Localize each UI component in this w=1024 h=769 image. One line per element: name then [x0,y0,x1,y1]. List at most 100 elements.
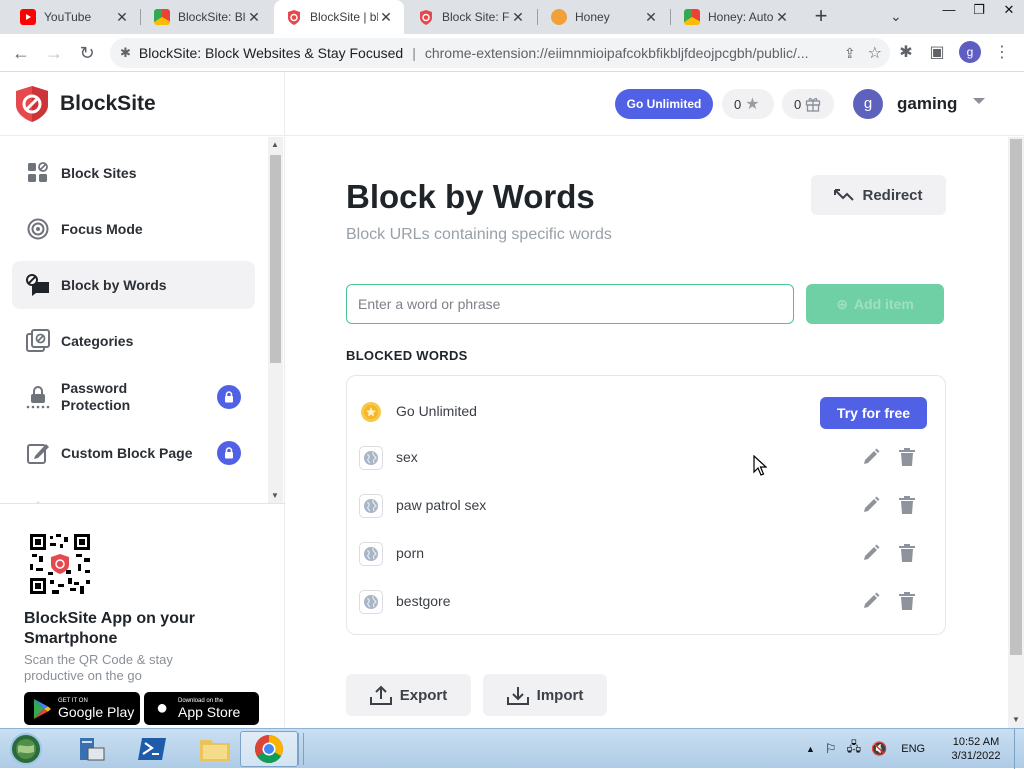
lock-icon [217,385,241,409]
blocksite-logo-icon [16,85,48,122]
address-bar[interactable]: ✱ BlockSite: Block Websites & Stay Focus… [110,38,890,68]
back-button[interactable]: ← [9,42,33,64]
scroll-up-arrow-icon[interactable]: ▲ [271,140,279,149]
minimize-button[interactable]: — [934,0,964,20]
page-scrollbar[interactable]: ▼ [1008,137,1024,728]
tab-blocksite-store[interactable]: BlockSite: Bl ✕ [142,0,272,34]
tab-title: Honey [575,10,610,24]
scrollbar-thumb[interactable] [1010,139,1022,655]
google-play-label: Google Play [58,703,135,720]
blocked-word-text: bestgore [396,593,451,609]
page-subtitle: Block URLs containing specific words [346,226,612,243]
stars-pill[interactable]: 0 ★ [722,89,774,119]
blocksite-icon [286,9,302,25]
word-input[interactable] [346,284,794,324]
edit-pencil-icon[interactable] [860,445,882,469]
bookmark-star-icon[interactable]: ☆ [868,43,882,63]
extension-puzzle-icon: ✱ [120,45,131,60]
sidebar-item-block-sites[interactable]: Block Sites [12,149,255,197]
clock-time: 10:52 AM [952,736,1000,748]
taskbar-chrome[interactable] [240,731,298,767]
delete-trash-icon[interactable] [896,541,918,565]
language-indicator[interactable]: ENG [901,743,925,755]
app-store-button[interactable]: ● Download on the App Store [144,692,259,725]
network-icon[interactable]: 🖧 [847,738,862,760]
profile-avatar[interactable]: g [959,41,981,63]
chrome-store-icon [684,9,700,25]
delete-trash-icon[interactable] [896,493,918,517]
sidebar-item-settings-partial[interactable]: ✷ [12,485,255,504]
try-for-free-button[interactable]: Try for free [820,397,927,429]
forward-button[interactable]: → [42,42,66,64]
tab-blocksite-active[interactable]: BlockSite | bl ✕ [274,0,404,34]
sidebar-item-password-protection[interactable]: Password Protection [12,373,255,421]
honey-icon [551,9,567,25]
redirect-label: Redirect [862,186,923,204]
plus-icon: ⊕ [836,295,848,312]
scroll-down-arrow-icon[interactable]: ▼ [271,491,279,500]
delete-trash-icon[interactable] [896,589,918,613]
globe-icon [359,542,383,566]
sidebar-item-block-by-words[interactable]: Block by Words [12,261,255,309]
delete-trash-icon[interactable] [896,445,918,469]
tab-search-chevron-icon[interactable]: ⌄ [890,8,902,25]
gifts-pill[interactable]: 0 [782,89,834,119]
upsell-row: Go Unlimited Try for free [347,388,945,436]
google-play-button[interactable]: GET IT ON Google Play [24,692,140,725]
sidebar-item-custom-block-page[interactable]: Custom Block Page [12,429,255,477]
tab-title: YouTube [44,10,92,24]
tab-youtube[interactable]: YouTube ✕ [0,0,140,34]
user-name[interactable]: gaming [897,94,957,114]
menu-kebab-icon[interactable]: ⋮ [991,42,1013,64]
categories-icon [26,329,50,353]
scrollbar-thumb[interactable] [270,155,281,363]
close-tab-icon[interactable]: ✕ [643,9,659,26]
edit-pencil-icon[interactable] [860,589,882,613]
user-avatar[interactable]: g [853,89,883,119]
sidebar-item-focus-mode[interactable]: Focus Mode [12,205,255,253]
edit-pencil-icon[interactable] [860,493,882,517]
url-text: chrome-extension://eiimnmioipafcokbfikbl… [424,45,809,61]
close-tab-icon[interactable]: ✕ [510,9,526,26]
tab-blocksite-focus[interactable]: Block Site: Fo ✕ [406,0,536,34]
close-tab-icon[interactable]: ✕ [114,9,130,26]
window-close-button[interactable]: ✕ [994,0,1024,20]
sidebar-scrollbar[interactable]: ▲ ▼ [268,137,283,503]
brand-name: BlockSite [60,91,156,115]
edit-pencil-icon[interactable] [860,541,882,565]
tab-honey[interactable]: Honey ✕ [539,0,669,34]
new-tab-button[interactable]: + [808,5,834,29]
side-panel-icon[interactable]: ▣ [926,42,948,64]
action-center-flag-icon[interactable]: ⚐ [825,741,837,757]
sidebar-item-label: Block by Words [61,276,167,293]
close-tab-icon[interactable]: ✕ [246,9,262,26]
volume-muted-icon[interactable]: 🔇 [871,741,887,757]
reload-button[interactable]: ↻ [75,42,99,64]
close-tab-icon[interactable]: ✕ [378,9,394,26]
tab-separator [670,9,671,25]
tab-honey-store[interactable]: Honey: Auto ✕ [672,0,800,34]
extensions-icon[interactable]: ✱ [895,42,917,64]
list-item: bestgore [347,578,945,626]
export-button[interactable]: Export [346,674,471,716]
taskbar-clock[interactable]: 10:52 AM 3/31/2022 [946,735,1006,763]
taskbar-server-manager[interactable] [62,731,120,767]
scroll-down-arrow-icon[interactable]: ▼ [1012,715,1020,724]
lock-icon [217,441,241,465]
add-item-button[interactable]: ⊕ Add item [806,284,944,324]
sidebar-item-categories[interactable]: Categories [12,317,255,365]
share-icon[interactable]: ⇪ [844,45,856,62]
import-button[interactable]: Import [483,674,607,716]
promo-title: BlockSite App on your Smartphone [24,610,195,647]
chevron-down-icon[interactable] [973,98,985,104]
taskbar-file-explorer[interactable] [186,731,244,767]
go-unlimited-button[interactable]: Go Unlimited [615,89,713,119]
blocked-word-text: paw patrol sex [396,497,487,513]
redirect-button[interactable]: Redirect [811,175,946,215]
taskbar-powershell[interactable] [124,731,182,767]
close-tab-icon[interactable]: ✕ [774,9,790,26]
restore-button[interactable]: ❐ [964,0,994,20]
start-button[interactable] [0,731,52,767]
show-desktop-button[interactable] [1014,729,1024,769]
tray-expand-arrow-icon[interactable]: ▲ [806,744,815,754]
